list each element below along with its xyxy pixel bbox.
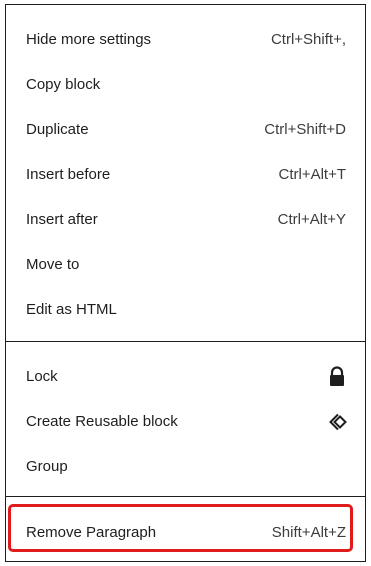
- menu-item-label: Insert before: [26, 165, 111, 183]
- menu-item-hide-more-settings[interactable]: Hide more settings Ctrl+Shift+,: [6, 17, 365, 62]
- menu-item-group[interactable]: Group: [6, 444, 365, 489]
- menu-item-copy-block[interactable]: Copy block: [6, 62, 365, 107]
- menu-separator: [6, 341, 365, 342]
- menu-item-duplicate[interactable]: Duplicate Ctrl+Shift+D: [6, 107, 365, 152]
- menu-item-lock[interactable]: Lock: [6, 354, 365, 399]
- menu-item-move-to[interactable]: Move to: [6, 242, 365, 287]
- menu-item-shortcut: Ctrl+Shift+,: [270, 30, 346, 48]
- reusable-block-icon: [324, 409, 350, 435]
- menu-item-create-reusable-block[interactable]: Create Reusable block: [6, 399, 365, 444]
- menu-item-shortcut: Ctrl+Shift+D: [264, 120, 346, 138]
- menu-item-label: Lock: [26, 367, 58, 385]
- lock-icon: [324, 364, 350, 390]
- menu-item-shortcut: Ctrl+Alt+T: [278, 165, 346, 183]
- menu-item-shortcut: Shift+Alt+Z: [271, 523, 346, 541]
- menu-item-label: Create Reusable block: [26, 412, 178, 430]
- menu-item-label: Group: [26, 457, 68, 475]
- menu-item-edit-as-html[interactable]: Edit as HTML: [6, 287, 365, 332]
- menu-separator: [6, 496, 365, 497]
- menu-item-remove-paragraph[interactable]: Remove Paragraph Shift+Alt+Z: [6, 510, 365, 555]
- menu-item-label: Duplicate: [26, 120, 89, 138]
- menu-item-insert-after[interactable]: Insert after Ctrl+Alt+Y: [6, 197, 365, 242]
- block-options-menu: Hide more settings Ctrl+Shift+, Copy blo…: [5, 4, 366, 562]
- menu-item-label: Move to: [26, 255, 80, 273]
- menu-item-label: Copy block: [26, 75, 101, 93]
- menu-item-label: Insert after: [26, 210, 98, 228]
- menu-item-insert-before[interactable]: Insert before Ctrl+Alt+T: [6, 152, 365, 197]
- menu-item-label: Hide more settings: [26, 30, 152, 48]
- menu-item-label: Edit as HTML: [26, 300, 117, 318]
- menu-item-label: Remove Paragraph: [26, 523, 157, 541]
- menu-item-shortcut: Ctrl+Alt+Y: [277, 210, 346, 228]
